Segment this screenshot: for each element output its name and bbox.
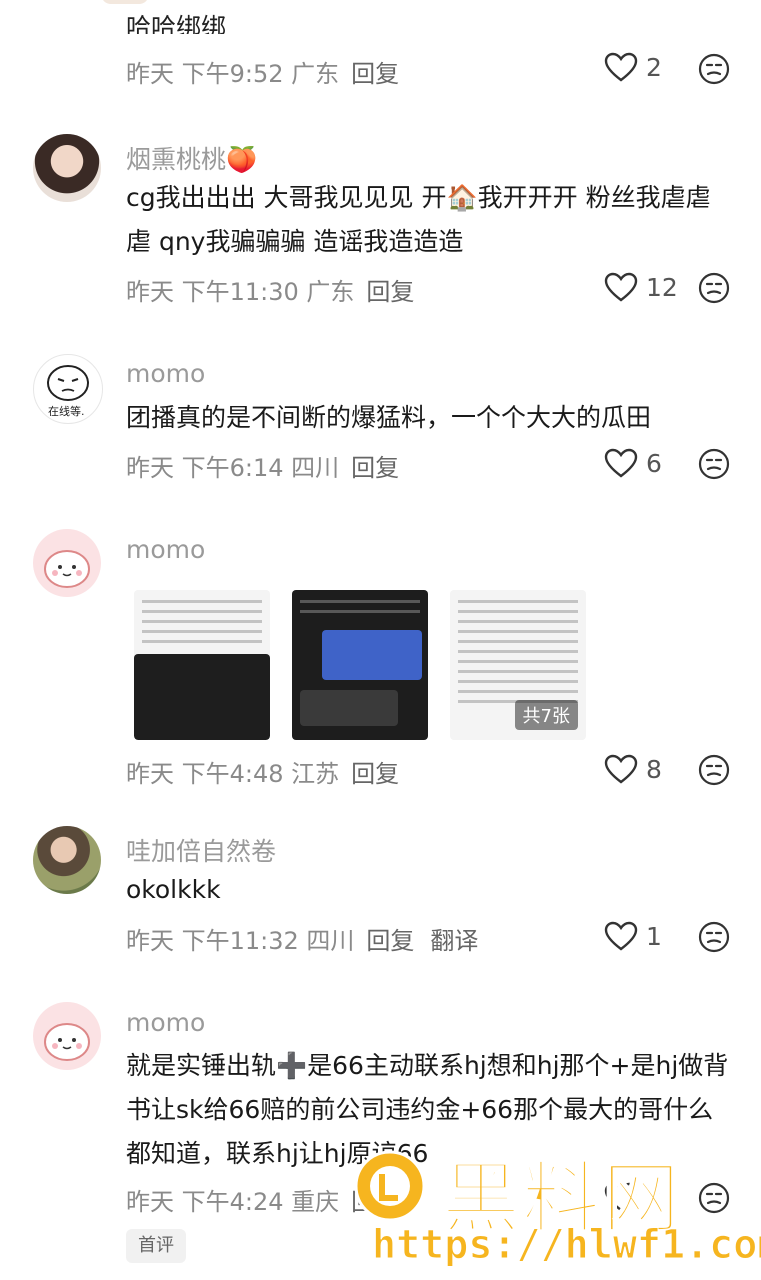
like-button[interactable]: 2 (604, 52, 662, 82)
username[interactable]: 哇加倍自然卷 (126, 832, 276, 868)
like-count: 12 (646, 272, 678, 302)
username[interactable]: 烟熏桃桃🍑 (126, 140, 257, 176)
heart-icon (604, 272, 638, 302)
comment-time-location: 昨天 下午4:24 重庆 (126, 1188, 340, 1216)
avatar[interactable] (33, 826, 101, 894)
username[interactable]: momo (126, 1008, 205, 1037)
emoji-face-icon[interactable] (698, 921, 730, 953)
comment-time-location: 昨天 下午9:52 广东 (126, 60, 340, 88)
comment-meta: 昨天 下午11:32 四川 回复 翻译 (126, 921, 478, 956)
emoji-face-icon[interactable] (698, 272, 730, 304)
like-count: 1 (646, 921, 662, 951)
comment-meta: 昨天 下午11:30 广东 回复 (126, 272, 414, 307)
like-button[interactable]: 8 (604, 754, 662, 784)
comment-text: okolkkk (126, 875, 221, 904)
first-comment-tag: 首评 (126, 1229, 186, 1263)
comment-time-location: 昨天 下午11:30 广东 (126, 278, 355, 306)
reply-button[interactable]: 回复 (351, 60, 399, 88)
comment-meta: 昨天 下午6:14 四川 回复 (126, 448, 399, 483)
reply-button[interactable]: 回复 (366, 278, 414, 306)
comment-text: 哈哈绑绑 (126, 13, 227, 34)
reply-button[interactable]: 回复 (351, 760, 399, 788)
like-button[interactable]: 12 (604, 272, 678, 302)
image-count-badge: 共7张 (514, 700, 578, 730)
emoji-face-icon[interactable] (698, 53, 730, 85)
like-count: 2 (646, 52, 662, 82)
like-count: 8 (646, 754, 662, 784)
heart-icon (604, 754, 638, 784)
avatar-drawing (44, 550, 90, 588)
like-button[interactable]: 6 (604, 448, 662, 478)
emoji-face-icon[interactable] (698, 448, 730, 480)
avatar-caption: 在线等. (48, 405, 85, 418)
image-thumbnail[interactable]: 共7张 (450, 590, 586, 740)
comment-text: cg我出出出 大哥我见见见 开🏠我开开开 粉丝我虐虐虐 qny我骗骗骗 造谣我造… (126, 183, 711, 256)
watermark-logo-icon (354, 1150, 426, 1222)
translate-button[interactable]: 翻译 (430, 927, 478, 955)
avatar-drawing (44, 1023, 90, 1061)
comment-meta: 昨天 下午4:48 江苏 回复 (126, 754, 399, 789)
comment-text: 团播真的是不间断的爆猛料，一个个大大的瓜田 (126, 403, 652, 432)
comment-time-location: 昨天 下午4:48 江苏 (126, 760, 340, 788)
like-count: 6 (646, 448, 662, 478)
avatar[interactable]: 在线等. (33, 354, 103, 424)
heart-icon (604, 52, 638, 82)
comment-meta: 昨天 下午9:52 广东 回复 (126, 54, 399, 89)
watermark: 黑料网 https://hlwf1.com (352, 1140, 761, 1275)
like-button[interactable]: 1 (604, 921, 662, 951)
comment-time-location: 昨天 下午6:14 四川 (126, 454, 340, 482)
username[interactable]: momo (126, 535, 205, 564)
username[interactable]: momo (126, 359, 205, 388)
emoji-face-icon[interactable] (698, 754, 730, 786)
avatar[interactable] (33, 134, 101, 202)
comment-time-location: 昨天 下午11:32 四川 (126, 927, 355, 955)
heart-icon (604, 921, 638, 951)
image-thumbnail[interactable] (292, 590, 428, 740)
image-thumbnail[interactable] (134, 590, 270, 740)
image-gallery: 共7张 (134, 590, 586, 740)
watermark-url: https://hlwf1.com (371, 1222, 761, 1269)
avatar[interactable] (33, 1002, 101, 1070)
partial-comment-text: 哈哈绑绑 (126, 0, 426, 34)
heart-icon (604, 448, 638, 478)
reply-button[interactable]: 回复 (366, 927, 414, 955)
avatar[interactable] (33, 529, 101, 597)
reply-button[interactable]: 回复 (351, 454, 399, 482)
